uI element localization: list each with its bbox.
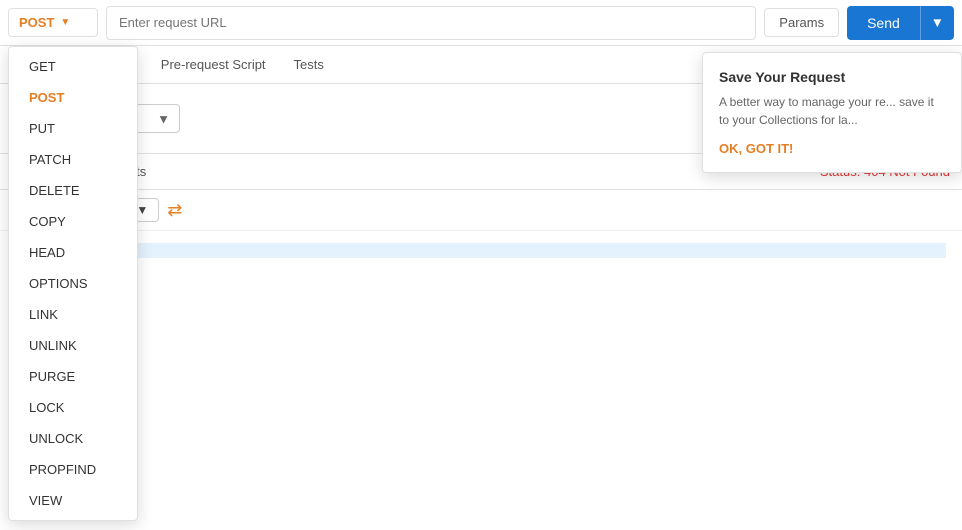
dropdown-item-put[interactable]: PUT — [9, 113, 137, 144]
dropdown-item-link[interactable]: LINK — [9, 299, 137, 330]
tooltip-title: Save Your Request — [719, 69, 945, 85]
dropdown-item-patch[interactable]: PATCH — [9, 144, 137, 175]
method-label: POST — [19, 15, 54, 30]
dropdown-item-delete[interactable]: DELETE — [9, 175, 137, 206]
top-bar: POST ▼ Params Send ▼ — [0, 0, 962, 46]
url-input[interactable] — [106, 6, 756, 40]
body-viewer-controls: Preview HTML ▼ ⇄ — [0, 190, 962, 231]
app-container: POST ▼ Params Send ▼ Headers Body Pre-re… — [0, 0, 962, 530]
send-button[interactable]: Send — [847, 6, 920, 40]
dropdown-item-lock[interactable]: LOCK — [9, 392, 137, 423]
tab-pre-request-script[interactable]: Pre-request Script — [147, 49, 280, 80]
dropdown-item-head[interactable]: HEAD — [9, 237, 137, 268]
send-dropdown-button[interactable]: ▼ — [920, 6, 954, 40]
tooltip-ok-button[interactable]: OK, GOT IT! — [719, 141, 945, 156]
tooltip-body: A better way to manage your re... save i… — [719, 93, 945, 129]
params-button[interactable]: Params — [764, 8, 839, 37]
dropdown-item-unlink[interactable]: UNLINK — [9, 330, 137, 361]
method-chevron-icon: ▼ — [60, 17, 70, 28]
dropdown-item-propfind[interactable]: PROPFIND — [9, 454, 137, 485]
dropdown-item-purge[interactable]: PURGE — [9, 361, 137, 392]
save-request-tooltip: Save Your Request A better way to manage… — [702, 52, 962, 173]
method-dropdown-button[interactable]: POST ▼ — [8, 8, 98, 37]
response-highlighted-line: le specified. — [16, 243, 946, 258]
tab-tests[interactable]: Tests — [280, 49, 338, 80]
dropdown-item-options[interactable]: OPTIONS — [9, 268, 137, 299]
wrap-icon[interactable]: ⇄ — [167, 200, 182, 221]
dropdown-item-get[interactable]: GET — [9, 51, 137, 82]
dropdown-item-post[interactable]: POST — [9, 82, 137, 113]
response-content: le specified. — [0, 231, 962, 530]
send-button-group: Send ▼ — [847, 6, 954, 40]
dropdown-item-unlock[interactable]: UNLOCK — [9, 423, 137, 454]
method-dropdown-menu: GET POST PUT PATCH DELETE COPY HEAD OPTI… — [8, 46, 138, 521]
dropdown-item-view[interactable]: VIEW — [9, 485, 137, 516]
dropdown-item-copy[interactable]: COPY — [9, 206, 137, 237]
response-area: Headers 8 Tests Status: 404 Not Found Pr… — [0, 154, 962, 530]
send-chevron-icon: ▼ — [931, 15, 944, 30]
format-chevron-icon: ▼ — [136, 203, 148, 217]
